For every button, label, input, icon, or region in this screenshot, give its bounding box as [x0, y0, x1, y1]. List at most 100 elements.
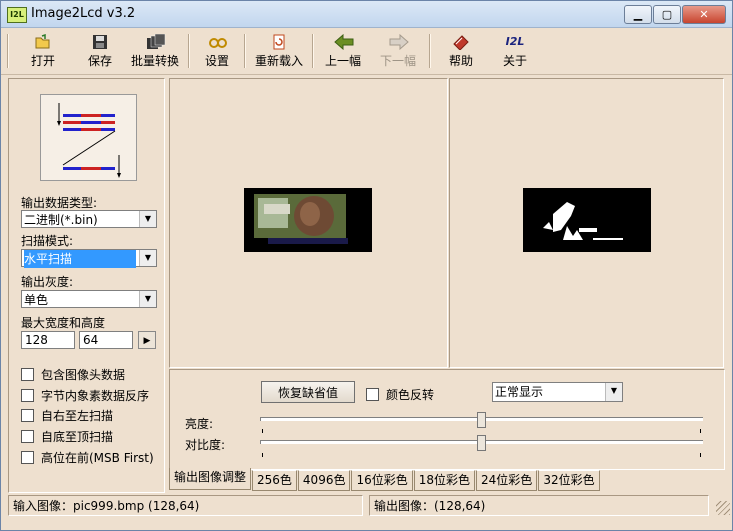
tab-16bit-color[interactable]: 16位彩色: [351, 470, 413, 491]
toolbar-separator: [312, 34, 314, 68]
input-preview-pane: [169, 78, 448, 368]
scan-mode-diagram: [40, 94, 137, 181]
tab-32bit-color[interactable]: 32位彩色: [538, 470, 600, 491]
tab-24bit-color[interactable]: 24位彩色: [476, 470, 538, 491]
checkbox[interactable]: [21, 389, 34, 402]
image-adjust-panel: 恢复缺省值 颜色反转 正常显示 ▼ 亮度: 对比度:: [169, 369, 725, 470]
slider-tick: [700, 429, 701, 433]
chevron-down-icon[interactable]: ▼: [139, 211, 156, 227]
brightness-label: 亮度:: [185, 417, 214, 431]
contrast-slider-thumb[interactable]: [477, 435, 486, 451]
slider-tick: [262, 429, 263, 433]
option-include-header[interactable]: 包含图像头数据: [21, 366, 125, 383]
apply-size-button[interactable]: ▶: [138, 331, 156, 349]
maximize-button[interactable]: ▢: [653, 5, 681, 24]
about-button[interactable]: I2L 关于: [495, 30, 535, 72]
output-type-value: 二进制(*.bin): [24, 213, 98, 227]
scan-mode-label: 扫描模式:: [21, 234, 74, 248]
output-type-select[interactable]: 二进制(*.bin) ▼: [21, 210, 157, 228]
tab-4096-colors[interactable]: 4096色: [297, 470, 351, 491]
input-image-status: 输入图像：pic999.bmp (128,64): [8, 495, 363, 516]
brightness-slider-thumb[interactable]: [477, 412, 486, 428]
title-bar[interactable]: I2L Image2Lcd v3.2 ▁ ▢ ✕: [1, 1, 732, 28]
about-label: 关于: [502, 54, 527, 68]
option-label: 自右至左扫描: [41, 409, 114, 423]
checkbox[interactable]: [21, 368, 34, 381]
settings-panel: 输出数据类型: 二进制(*.bin) ▼ 扫描模式: 水平扫描 ▼ 输出灰度: …: [8, 78, 165, 493]
settings-label: 设置: [204, 54, 229, 68]
option-msb-first[interactable]: 高位在前(MSB First): [21, 449, 154, 466]
option-label: 高位在前(MSB First): [41, 451, 154, 465]
chevron-down-icon[interactable]: ▼: [139, 291, 156, 307]
checkbox[interactable]: [21, 430, 34, 443]
tab-18bit-color[interactable]: 18位彩色: [413, 470, 476, 491]
gray-level-select[interactable]: 单色 ▼: [21, 290, 157, 308]
tab-256-colors[interactable]: 256色: [252, 470, 297, 491]
batch-convert-button[interactable]: 批量转换: [127, 30, 183, 72]
display-mode-value: 正常显示: [495, 385, 544, 399]
chevron-down-icon[interactable]: ▼: [139, 250, 156, 266]
resize-grip-icon[interactable]: [716, 501, 730, 515]
window-title: Image2Lcd v3.2: [31, 6, 136, 21]
gray-level-value: 单色: [24, 293, 49, 307]
toolbar-separator: [244, 34, 246, 68]
folder-open-icon: [34, 33, 52, 50]
open-button[interactable]: 打开: [19, 30, 67, 72]
help-button[interactable]: 帮助: [441, 30, 481, 72]
checkbox[interactable]: [21, 409, 34, 422]
toolbar-grip: [7, 34, 9, 68]
output-preview-pane: [449, 78, 724, 368]
app-icon: I2L: [7, 7, 27, 23]
option-label: 自底至顶扫描: [41, 430, 114, 444]
color-depth-tabs: 输出图像调整 256色 4096色 16位彩色 18位彩色 24位彩色 32位彩…: [169, 468, 601, 491]
chevron-down-icon[interactable]: ▼: [605, 383, 622, 401]
option-reverse-bits[interactable]: 字节内象素数据反序: [21, 387, 149, 404]
tab-output-adjust[interactable]: 输出图像调整: [169, 468, 252, 490]
checkbox[interactable]: [366, 388, 379, 401]
i2l-logo-icon: I2L: [505, 35, 525, 48]
output-type-label: 输出数据类型:: [21, 196, 98, 210]
option-label: 包含图像头数据: [41, 368, 126, 382]
slider-tick: [262, 453, 263, 457]
reload-icon: [270, 34, 288, 50]
scan-mode-value: 水平扫描: [24, 250, 136, 268]
input-image: [244, 188, 372, 252]
app-window: I2L Image2Lcd v3.2 ▁ ▢ ✕ 打开 保存 批量转换 设置 重…: [0, 0, 733, 531]
option-bottom-to-top[interactable]: 自底至顶扫描: [21, 428, 113, 445]
max-width-input[interactable]: 128: [21, 331, 75, 349]
status-bar: 输入图像：pic999.bmp (128,64) 输出图像：(128,64): [1, 495, 732, 517]
display-mode-select[interactable]: 正常显示 ▼: [492, 382, 623, 402]
invert-colors-label: 颜色反转: [386, 388, 435, 402]
slider-tick: [700, 453, 701, 457]
open-label: 打开: [30, 54, 55, 68]
minimize-button[interactable]: ▁: [624, 5, 652, 24]
arrow-left-icon: [334, 33, 354, 51]
reload-button[interactable]: 重新载入: [253, 30, 305, 72]
minimize-icon: ▁: [633, 8, 643, 21]
batch-disks-icon: [146, 33, 166, 50]
batch-convert-label: 批量转换: [130, 54, 179, 68]
output-image: [523, 188, 651, 252]
arrow-right-icon: [389, 33, 409, 51]
settings-button[interactable]: 设置: [197, 30, 237, 72]
previous-image-button[interactable]: 上一幅: [320, 30, 366, 72]
max-height-input[interactable]: 64: [79, 331, 133, 349]
output-image-status: 输出图像：(128,64): [369, 495, 709, 516]
toolbar-separator: [188, 34, 190, 68]
option-right-to-left[interactable]: 自右至左扫描: [21, 407, 113, 424]
checkbox[interactable]: [21, 451, 34, 464]
invert-colors-option[interactable]: 颜色反转: [366, 386, 434, 403]
option-label: 字节内象素数据反序: [41, 389, 150, 403]
max-size-label: 最大宽度和高度: [21, 316, 106, 330]
glasses-icon: [208, 34, 227, 50]
save-button[interactable]: 保存: [76, 30, 124, 72]
toolbar-separator: [429, 34, 431, 68]
close-button[interactable]: ✕: [682, 5, 726, 24]
scan-mode-select[interactable]: 水平扫描 ▼: [21, 249, 157, 268]
toolbar: 打开 保存 批量转换 设置 重新载入 上一幅 下一幅 帮助 I2L 关于: [1, 28, 732, 75]
floppy-disk-icon: [91, 34, 109, 50]
save-label: 保存: [87, 54, 112, 68]
reload-label: 重新载入: [254, 54, 303, 68]
next-image-button[interactable]: 下一幅: [375, 30, 421, 72]
restore-defaults-button[interactable]: 恢复缺省值: [261, 381, 355, 403]
